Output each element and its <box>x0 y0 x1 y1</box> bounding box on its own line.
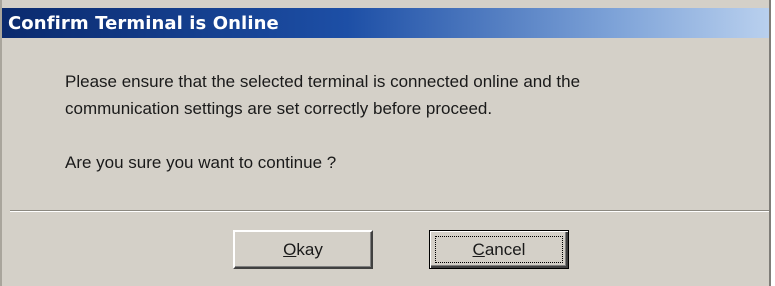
dialog-message: Please ensure that the selected terminal… <box>65 68 755 176</box>
okay-button[interactable]: Okay <box>233 230 373 269</box>
confirmation-question: Are you sure you want to continue ? <box>65 153 337 172</box>
cancel-mnemonic: C <box>472 239 485 259</box>
message-line-2: communication settings are set correctly… <box>65 99 493 118</box>
confirm-dialog: Confirm Terminal is Online Please ensure… <box>0 0 771 286</box>
button-area-separator <box>10 210 769 212</box>
dialog-title: Confirm Terminal is Online <box>8 12 279 34</box>
cancel-button-label: Cancel <box>473 240 526 260</box>
cancel-button[interactable]: Cancel <box>429 230 569 269</box>
cancel-label-rest: ancel <box>484 239 526 259</box>
okay-mnemonic: O <box>283 239 297 259</box>
okay-label-rest: kay <box>296 239 323 259</box>
message-line-1: Please ensure that the selected terminal… <box>65 72 581 91</box>
dialog-title-bar[interactable]: Confirm Terminal is Online <box>2 8 769 38</box>
okay-button-label: Okay <box>283 240 323 260</box>
